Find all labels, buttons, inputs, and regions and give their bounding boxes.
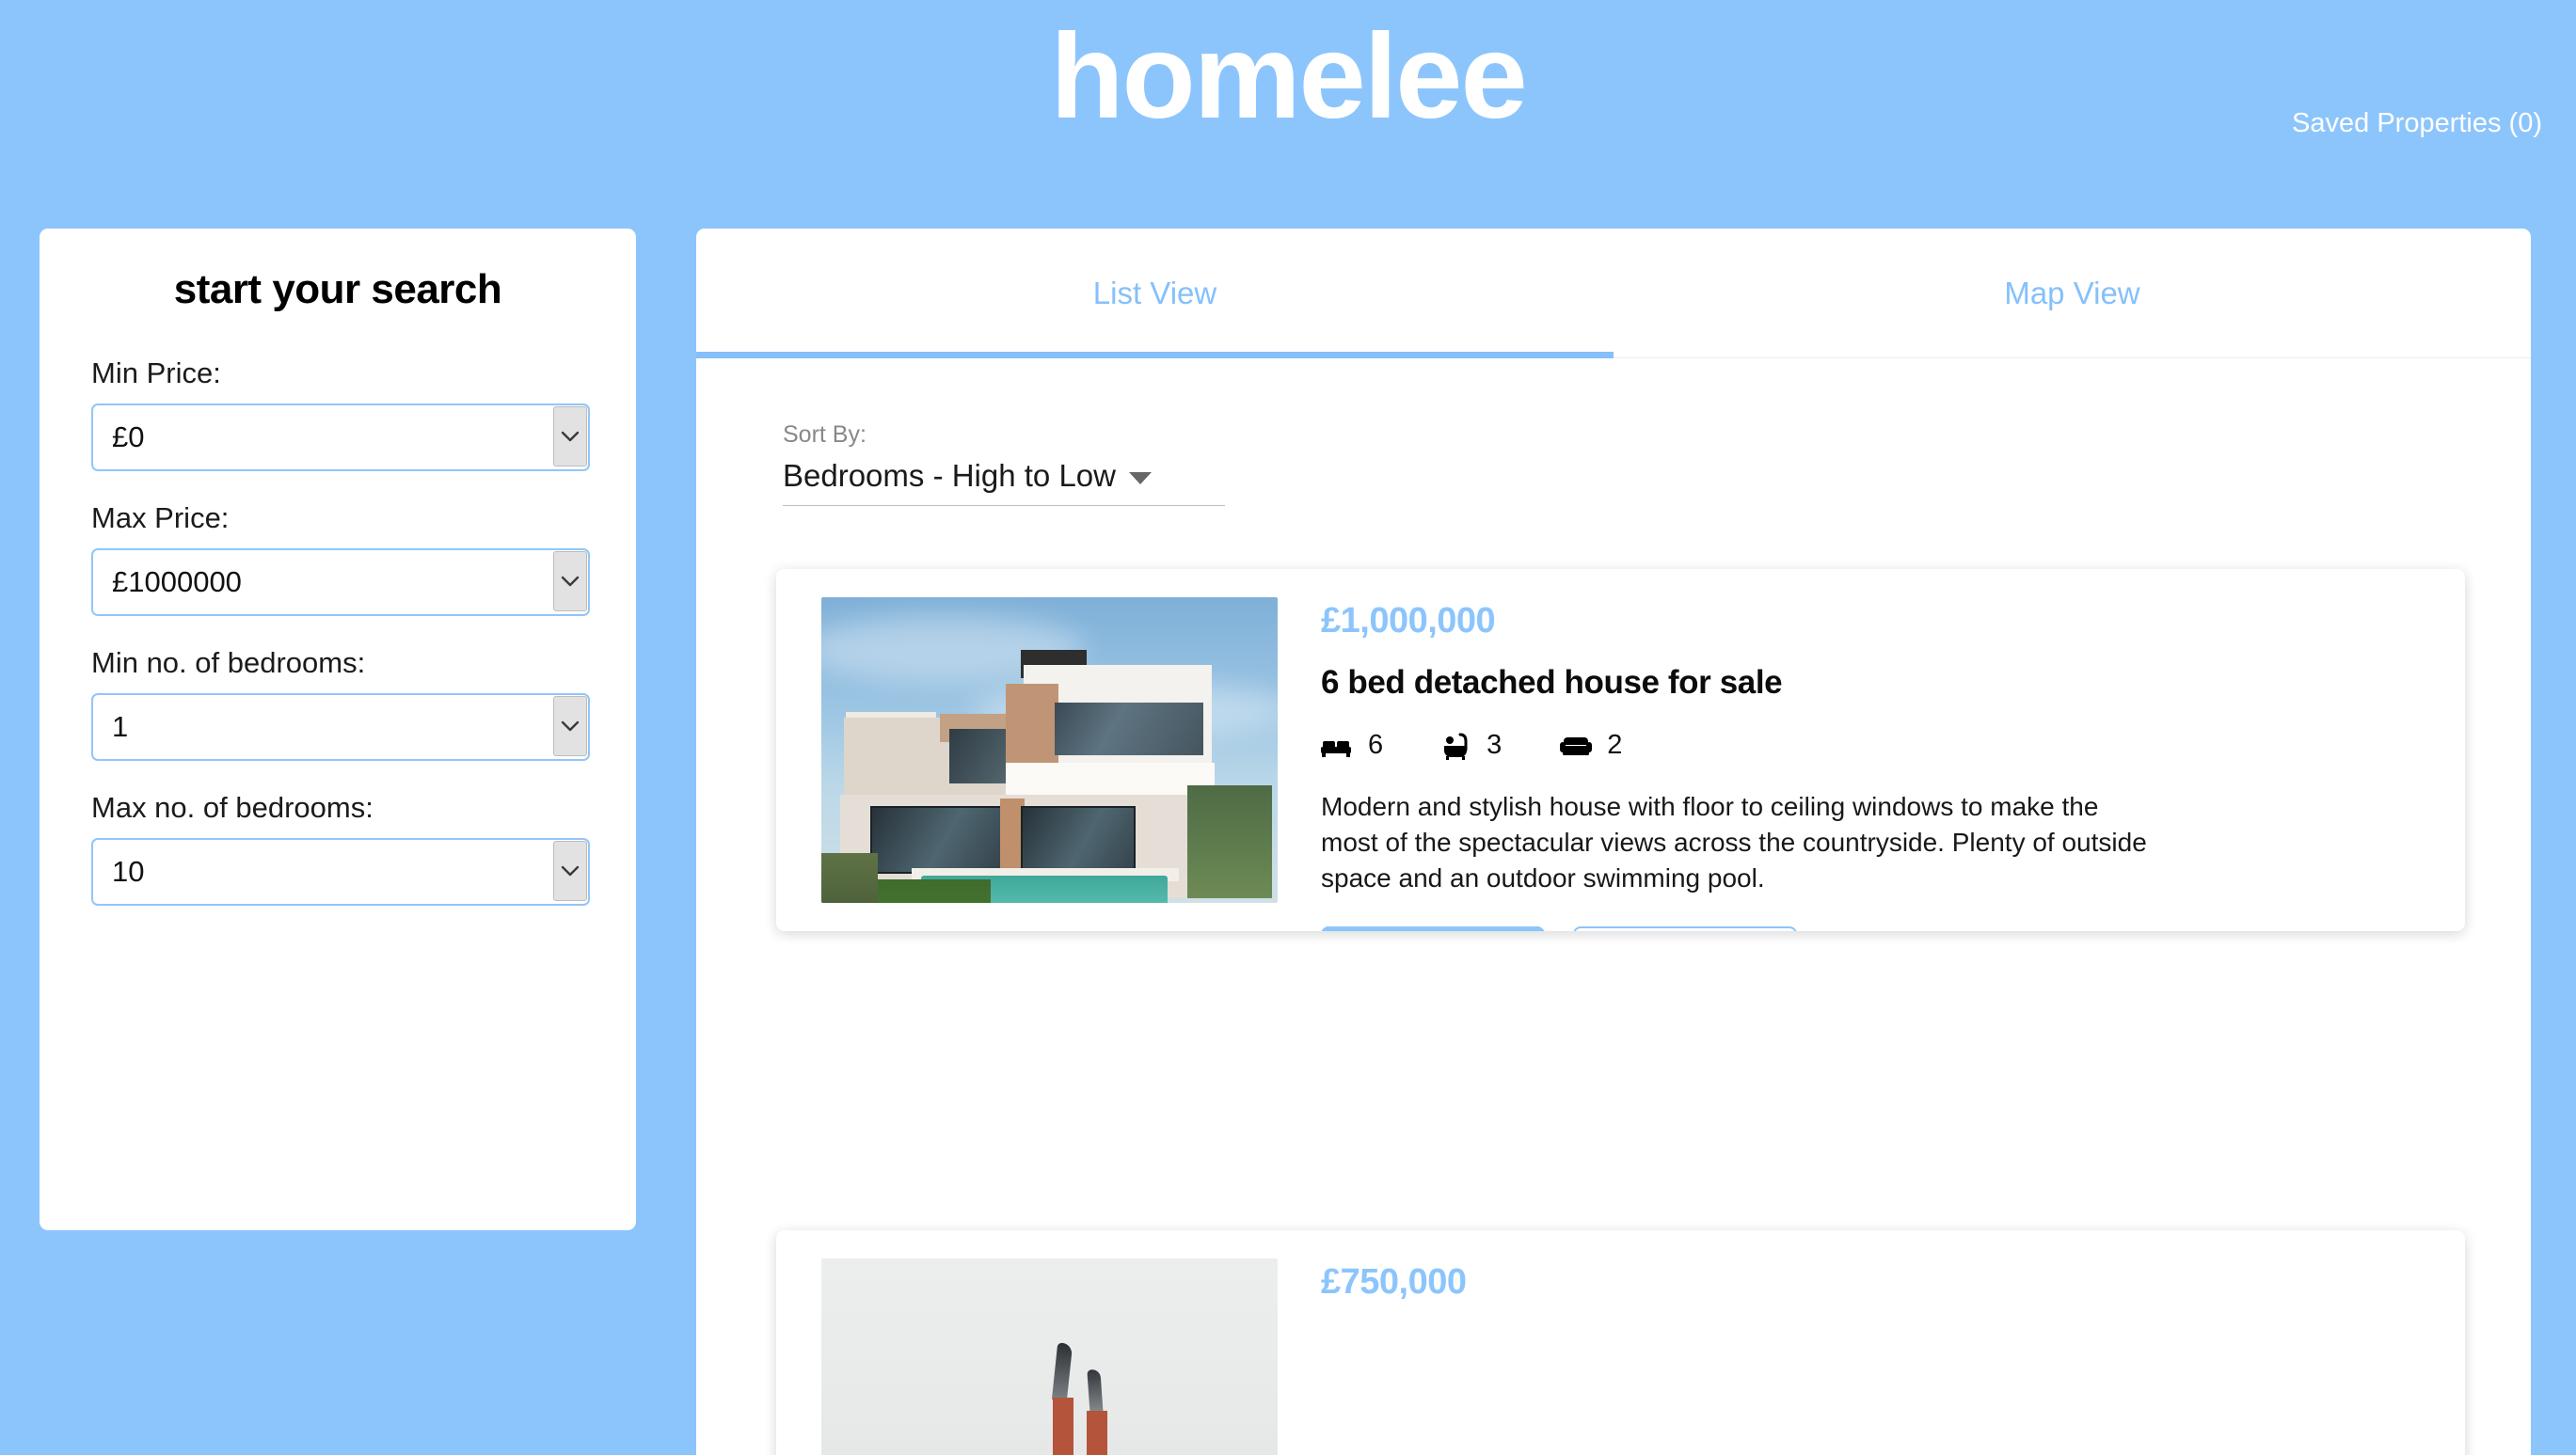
bathrooms-feature: 3 — [1441, 730, 1502, 761]
property-actions: find out more save — [1321, 926, 2465, 931]
chevron-down-icon[interactable] — [553, 841, 587, 901]
max-bedrooms-value: 10 — [112, 855, 145, 888]
max-bedrooms-field: Max no. of bedrooms: 10 — [91, 791, 590, 906]
sort-by-value: Bedrooms - High to Low — [783, 458, 1116, 493]
app-root: homelee Saved Properties (0) start your … — [0, 0, 2576, 1455]
bathrooms-count: 3 — [1487, 730, 1503, 760]
bathtub-icon — [1441, 732, 1471, 760]
max-price-value: £1000000 — [112, 565, 242, 598]
active-tab-indicator — [696, 352, 1614, 358]
living-rooms-feature: 2 — [1560, 730, 1622, 761]
chevron-down-icon[interactable] — [553, 551, 587, 611]
app-header: homelee Saved Properties (0) — [0, 0, 2576, 226]
caret-down-icon[interactable] — [1129, 471, 1152, 484]
find-out-more-button[interactable]: find out more — [1321, 926, 1545, 931]
saved-properties-link[interactable]: Saved Properties (0) — [2292, 108, 2542, 139]
sort-by-label: Sort By: — [783, 421, 867, 448]
app-logo: homelee — [1050, 9, 1527, 144]
bedrooms-count: 6 — [1368, 730, 1384, 760]
tab-map-view[interactable]: Map View — [1614, 229, 2531, 358]
view-tabs: List View Map View — [696, 229, 2531, 358]
min-price-select[interactable]: £0 — [91, 403, 590, 471]
property-image — [821, 1258, 1278, 1455]
min-price-value: £0 — [112, 420, 145, 453]
property-title: 6 bed detached house for sale — [1321, 664, 1783, 701]
tab-list-view[interactable]: List View — [696, 229, 1614, 358]
min-bedrooms-field: Min no. of bedrooms: 1 — [91, 646, 590, 761]
sofa-icon — [1560, 734, 1593, 758]
max-bedrooms-label: Max no. of bedrooms: — [91, 791, 374, 824]
save-button[interactable]: save — [1573, 926, 1797, 931]
max-price-field: Max Price: £1000000 — [91, 501, 590, 616]
sort-by-control: Sort By: Bedrooms - High to Low — [783, 421, 1225, 506]
property-card[interactable]: £1,000,000 6 bed detached house for sale — [776, 569, 2465, 931]
min-price-label: Min Price: — [91, 356, 221, 389]
results-panel: List View Map View Sort By: Bedrooms - H… — [696, 229, 2531, 1455]
max-bedrooms-select[interactable]: 10 — [91, 838, 590, 906]
property-description: Modern and stylish house with floor to c… — [1321, 792, 2147, 894]
bedrooms-feature: 6 — [1321, 730, 1383, 761]
min-bedrooms-select[interactable]: 1 — [91, 693, 590, 761]
chevron-down-icon[interactable] — [553, 696, 587, 756]
property-details: £750,000 — [1278, 1258, 2465, 1455]
property-details: £1,000,000 6 bed detached house for sale — [1278, 597, 2465, 931]
search-sidebar: start your search Min Price: £0 Max Pric… — [40, 229, 636, 1230]
property-features: 6 3 2 — [1321, 730, 2465, 761]
min-bedrooms-value: 1 — [112, 710, 129, 743]
min-bedrooms-label: Min no. of bedrooms: — [91, 646, 366, 679]
chevron-down-icon[interactable] — [553, 406, 587, 467]
min-price-field: Min Price: £0 — [91, 356, 590, 471]
property-price: £750,000 — [1321, 1262, 1467, 1302]
living-rooms-count: 2 — [1607, 730, 1623, 760]
property-price: £1,000,000 — [1321, 601, 1496, 641]
max-price-label: Max Price: — [91, 501, 230, 534]
search-panel-title: start your search — [173, 266, 502, 312]
max-price-select[interactable]: £1000000 — [91, 548, 590, 616]
property-card[interactable]: £750,000 — [776, 1230, 2465, 1455]
bed-icon — [1321, 734, 1353, 758]
sort-by-select[interactable]: Bedrooms - High to Low — [783, 458, 1225, 506]
property-image — [821, 597, 1278, 903]
